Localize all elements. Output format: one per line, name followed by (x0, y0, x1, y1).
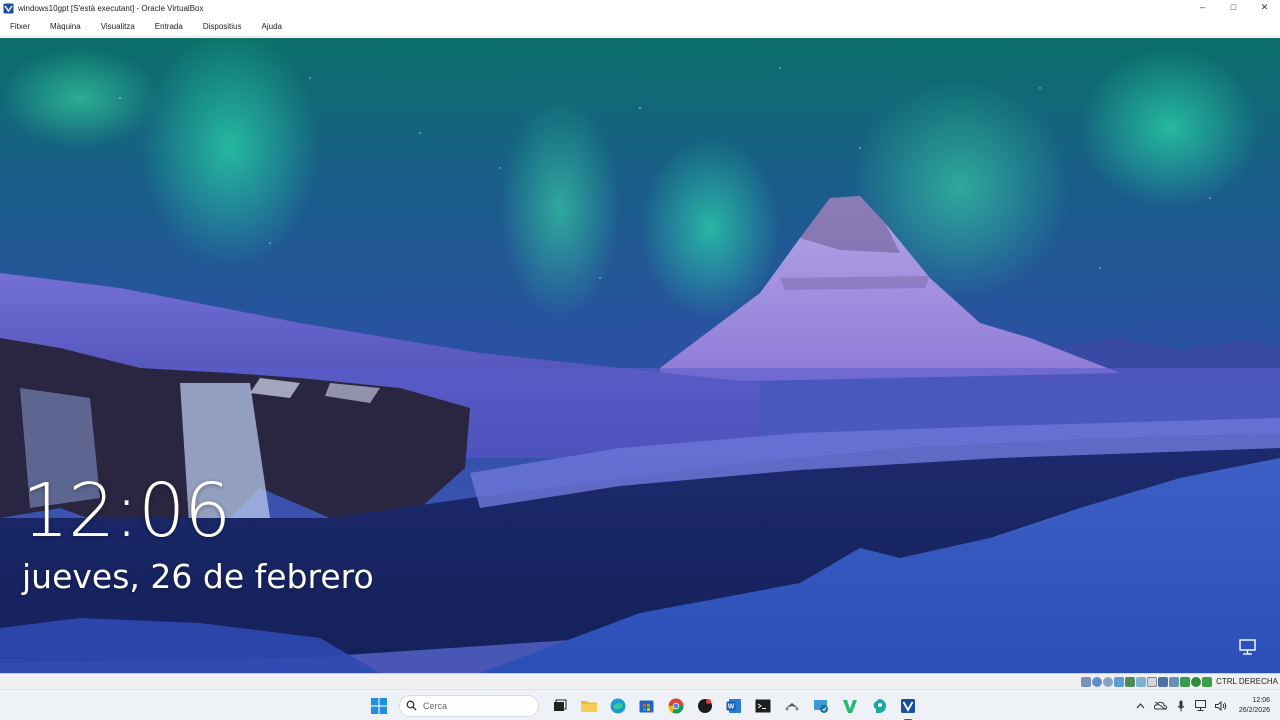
store-button[interactable] (636, 695, 658, 717)
remote-app-button[interactable] (810, 695, 832, 717)
window-title: windows10gpt [S'està executant] - Oracle… (18, 3, 204, 13)
network-icon[interactable] (1238, 638, 1258, 656)
mouse-integration-icon[interactable] (1191, 676, 1202, 687)
shared-folders-icon[interactable] (1136, 676, 1147, 687)
virtualbox-button[interactable] (897, 695, 919, 720)
virtualbox-window: windows10gpt [S'està executant] - Oracle… (0, 0, 1280, 720)
chrome-icon (668, 698, 683, 713)
app-black-button[interactable] (694, 695, 716, 717)
microphone-icon[interactable] (1173, 698, 1189, 714)
folder-icon (580, 700, 597, 712)
maximize-icon: □ (1230, 2, 1237, 12)
terminal-button[interactable] (752, 695, 774, 717)
menu-entrada[interactable]: Entrada (145, 16, 193, 36)
drone-icon (785, 702, 798, 710)
chevron-up-icon[interactable] (1133, 698, 1149, 714)
teal-app-button[interactable] (868, 695, 890, 717)
word-button[interactable]: W (723, 695, 745, 717)
store-icon (639, 700, 654, 713)
taskbar-clock[interactable]: 12:06 26/2/2026 (1239, 696, 1270, 716)
display-icon[interactable] (1147, 676, 1158, 687)
chrome-button[interactable] (665, 695, 687, 717)
close-icon: ✕ (1260, 1, 1269, 12)
menu-dispositius[interactable]: Dispositius (193, 16, 252, 36)
keyboard-icon[interactable] (1202, 676, 1213, 687)
task-view-button[interactable] (549, 695, 571, 717)
system-tray: 12:06 26/2/2026 (1131, 690, 1280, 720)
virtualbox-icon (900, 698, 915, 713)
display-network-icon[interactable] (1193, 698, 1209, 714)
menu-bar: Fitxer Màquina Visualitza Entrada Dispos… (0, 16, 1280, 37)
network-adapter-icon[interactable] (1114, 676, 1125, 687)
lock-screen-date: jueves, 26 de febrero (22, 557, 374, 596)
v-app-button[interactable] (839, 695, 861, 717)
close-button[interactable]: ✕ (1249, 0, 1280, 14)
onedrive-icon[interactable] (1153, 698, 1169, 714)
start-button[interactable] (368, 695, 390, 717)
remote-desktop-icon (813, 699, 828, 713)
teal-app-icon (873, 698, 886, 713)
app-icon (697, 698, 712, 713)
guest-additions-icon[interactable] (1180, 676, 1191, 687)
maximize-button[interactable]: □ (1218, 0, 1249, 14)
guest-display[interactable]: 12:06 jueves, 26 de febrero (0, 38, 1280, 673)
menu-visualitza[interactable]: Visualitza (91, 16, 145, 36)
usb-icon[interactable] (1125, 676, 1136, 687)
edge-button[interactable] (607, 695, 629, 717)
recording-icon[interactable] (1158, 676, 1169, 687)
search-icon (406, 700, 417, 711)
menu-ajuda[interactable]: Ajuda (252, 16, 292, 36)
clock-time: 12:06 (1252, 696, 1270, 704)
virtualbox-status-bar: CTRL DERECHA (0, 673, 1280, 689)
host-key-label[interactable]: CTRL DERECHA (1216, 677, 1278, 686)
title-bar[interactable]: windows10gpt [S'està executant] - Oracle… (0, 0, 1280, 16)
taskbar-search[interactable]: Cerca (399, 694, 539, 717)
lock-screen-time: 12:06 (22, 468, 231, 554)
minimize-button[interactable]: – (1187, 0, 1218, 14)
clock-date: 26/2/2026 (1238, 706, 1270, 714)
menu-fitxer[interactable]: Fitxer (0, 16, 40, 36)
file-explorer-button[interactable] (578, 695, 600, 717)
drone-app-button[interactable] (781, 695, 803, 717)
terminal-icon (755, 699, 770, 712)
v-icon (842, 699, 857, 713)
audio-icon[interactable] (1103, 676, 1114, 687)
cpu-icon[interactable] (1169, 676, 1180, 687)
task-view-icon (553, 699, 566, 711)
word-icon: W (726, 698, 741, 713)
edge-icon (610, 698, 625, 713)
virtualbox-logo-icon (3, 3, 14, 13)
optical-drive-icon[interactable] (1092, 676, 1103, 687)
search-placeholder: Cerca (423, 700, 448, 711)
menu-maquina[interactable]: Màquina (40, 16, 91, 36)
host-taskbar: Cerca W 12:06 26/2/2026 (0, 689, 1280, 720)
hard-disk-icon[interactable] (1081, 676, 1092, 687)
svg-text:W: W (727, 703, 734, 710)
windows-logo-icon (370, 697, 387, 714)
volume-icon[interactable] (1213, 698, 1229, 714)
minimize-icon: – (1199, 2, 1205, 12)
